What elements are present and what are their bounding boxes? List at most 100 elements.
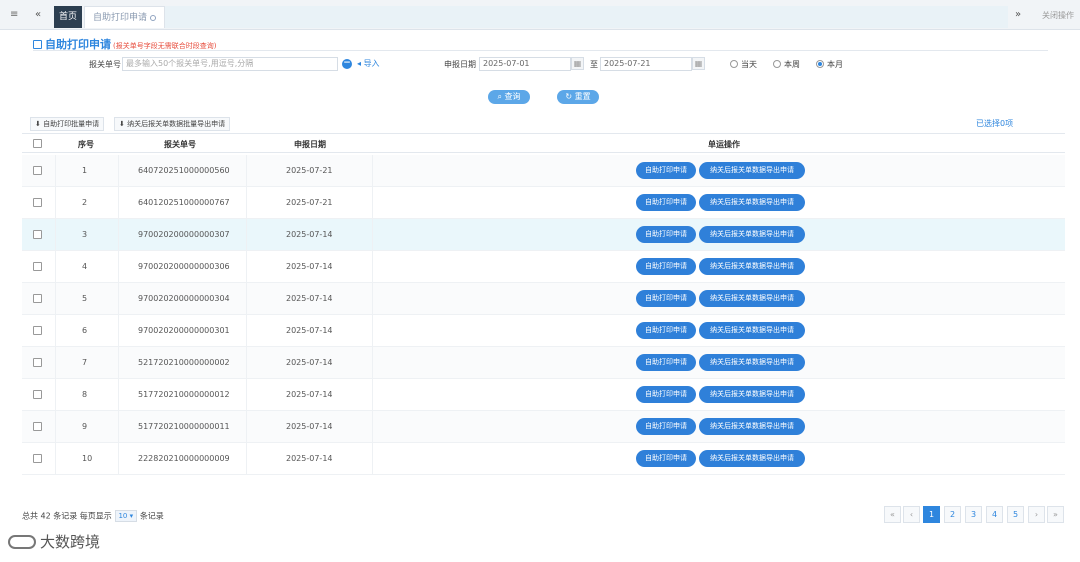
import-button[interactable]: ◂ 导入 <box>357 58 380 69</box>
row-export-button[interactable]: 纳关后报关单数据导出申请 <box>699 322 805 339</box>
column-divider <box>372 219 373 250</box>
close-tab-icon[interactable] <box>150 14 157 21</box>
row-print-button[interactable]: 自助打印申请 <box>636 322 696 339</box>
prev-page-button[interactable]: ‹ <box>903 506 920 523</box>
radio-this-month[interactable] <box>816 60 824 68</box>
column-divider <box>118 315 119 346</box>
row-index: 5 <box>82 294 88 303</box>
row-checkbox[interactable] <box>33 454 42 463</box>
row-declaration-no: 517720210000000011 <box>138 422 230 431</box>
column-divider <box>246 379 247 410</box>
table-row: 7 521720210000000002 2025-07-14 自助打印申请 纳关后报关… <box>22 347 1065 379</box>
column-divider <box>55 347 56 378</box>
column-divider <box>246 251 247 282</box>
row-export-button[interactable]: 纳关后报关单数据导出申请 <box>699 450 805 467</box>
batch-export-button[interactable]: ⬇ 纳关后报关单数据批量导出申请 <box>114 117 231 131</box>
row-date: 2025-07-14 <box>286 326 333 335</box>
scroll-right-icon[interactable]: » <box>1015 9 1021 20</box>
row-checkbox[interactable] <box>33 166 42 175</box>
column-divider <box>372 315 373 346</box>
row-checkbox[interactable] <box>33 294 42 303</box>
row-checkbox[interactable] <box>33 262 42 271</box>
last-page-button[interactable]: » <box>1047 506 1064 523</box>
menu-icon[interactable]: ≡ <box>10 10 19 20</box>
remove-icon[interactable]: − <box>342 59 352 69</box>
row-print-button[interactable]: 自助打印申请 <box>636 162 696 179</box>
row-checkbox[interactable] <box>33 230 42 239</box>
column-divider <box>246 347 247 378</box>
header-index: 序号 <box>78 140 94 149</box>
radio-today[interactable] <box>730 60 738 68</box>
pagination: « ‹ 12345 › » <box>0 506 1080 523</box>
row-print-button[interactable]: 自助打印申请 <box>636 418 696 435</box>
column-divider <box>372 347 373 378</box>
row-export-button[interactable]: 纳关后报关单数据导出申请 <box>699 386 805 403</box>
row-checkbox[interactable] <box>33 198 42 207</box>
row-print-button[interactable]: 自助打印申请 <box>636 450 696 467</box>
table-row: 1 640720251000000560 2025-07-21 自助打印申请 纳关后报关… <box>22 155 1065 187</box>
scroll-left-icon[interactable]: « <box>35 9 41 20</box>
page-5-button[interactable]: 5 <box>1007 506 1024 523</box>
row-date: 2025-07-14 <box>286 454 333 463</box>
page-note: (报关单号字段无需联合时段查询) <box>113 42 217 50</box>
row-export-button[interactable]: 纳关后报关单数据导出申请 <box>699 194 805 211</box>
tab-self-print[interactable]: 自助打印申请 <box>84 6 166 28</box>
row-date: 2025-07-21 <box>286 166 333 175</box>
first-page-button[interactable]: « <box>884 506 901 523</box>
row-export-button[interactable]: 纳关后报关单数据导出申请 <box>699 290 805 307</box>
next-page-button[interactable]: › <box>1028 506 1045 523</box>
column-divider <box>55 411 56 442</box>
row-print-button[interactable]: 自助打印申请 <box>636 354 696 371</box>
column-divider <box>246 411 247 442</box>
calendar-icon[interactable]: ▦ <box>571 57 584 70</box>
declaration-input[interactable]: 最多输入50个报关单号,用逗号,分隔 <box>122 57 338 71</box>
page-4-button[interactable]: 4 <box>986 506 1003 523</box>
date-to-input[interactable]: 2025-07-21 <box>600 57 692 71</box>
row-print-button[interactable]: 自助打印申请 <box>636 194 696 211</box>
row-print-button[interactable]: 自助打印申请 <box>636 290 696 307</box>
page-1-button[interactable]: 1 <box>923 506 940 523</box>
column-divider <box>372 155 373 186</box>
row-export-button[interactable]: 纳关后报关单数据导出申请 <box>699 162 805 179</box>
page-3-button[interactable]: 3 <box>965 506 982 523</box>
close-operations-button[interactable]: 关闭操作 <box>1042 10 1074 21</box>
radio-this-week[interactable] <box>773 60 781 68</box>
row-checkbox[interactable] <box>33 358 42 367</box>
query-button[interactable]: ⌕ 查询 <box>488 90 530 104</box>
column-divider <box>118 155 119 186</box>
row-print-button[interactable]: 自助打印申请 <box>636 386 696 403</box>
column-divider <box>372 379 373 410</box>
column-divider <box>55 155 56 186</box>
row-export-button[interactable]: 纳关后报关单数据导出申请 <box>699 418 805 435</box>
title-divider <box>33 50 1048 51</box>
table-row: 4 970020200000000306 2025-07-14 自助打印申请 纳关后报关… <box>22 251 1065 283</box>
row-export-button[interactable]: 纳关后报关单数据导出申请 <box>699 226 805 243</box>
row-checkbox[interactable] <box>33 326 42 335</box>
row-date: 2025-07-14 <box>286 230 333 239</box>
reset-button[interactable]: ↻ 重置 <box>557 90 599 104</box>
row-print-button[interactable]: 自助打印申请 <box>636 258 696 275</box>
row-export-button[interactable]: 纳关后报关单数据导出申请 <box>699 258 805 275</box>
row-date: 2025-07-14 <box>286 390 333 399</box>
select-all-checkbox[interactable] <box>33 139 42 148</box>
row-checkbox[interactable] <box>33 390 42 399</box>
row-print-button[interactable]: 自助打印申请 <box>636 226 696 243</box>
column-divider <box>55 379 56 410</box>
column-divider <box>246 155 247 186</box>
calendar-icon[interactable]: ▦ <box>692 57 705 70</box>
row-export-button[interactable]: 纳关后报关单数据导出申请 <box>699 354 805 371</box>
column-divider <box>55 187 56 218</box>
date-from-input[interactable]: 2025-07-01 <box>479 57 571 71</box>
table-row: 3 970020200000000307 2025-07-14 自助打印申请 纳关后报关… <box>22 219 1065 251</box>
tab-home[interactable]: 首页 <box>54 6 82 28</box>
column-divider <box>246 443 247 474</box>
batch-print-button[interactable]: ⬇ 自助打印批量申请 <box>30 117 105 131</box>
row-checkbox[interactable] <box>33 422 42 431</box>
page-2-button[interactable]: 2 <box>944 506 961 523</box>
watermark: 大数跨境 <box>8 531 100 552</box>
row-index: 8 <box>82 390 88 399</box>
row-date: 2025-07-14 <box>286 358 333 367</box>
edit-icon <box>33 40 42 49</box>
reset-label: 重置 <box>574 92 591 101</box>
table-row: 2 640120251000000767 2025-07-21 自助打印申请 纳关后报关… <box>22 187 1065 219</box>
